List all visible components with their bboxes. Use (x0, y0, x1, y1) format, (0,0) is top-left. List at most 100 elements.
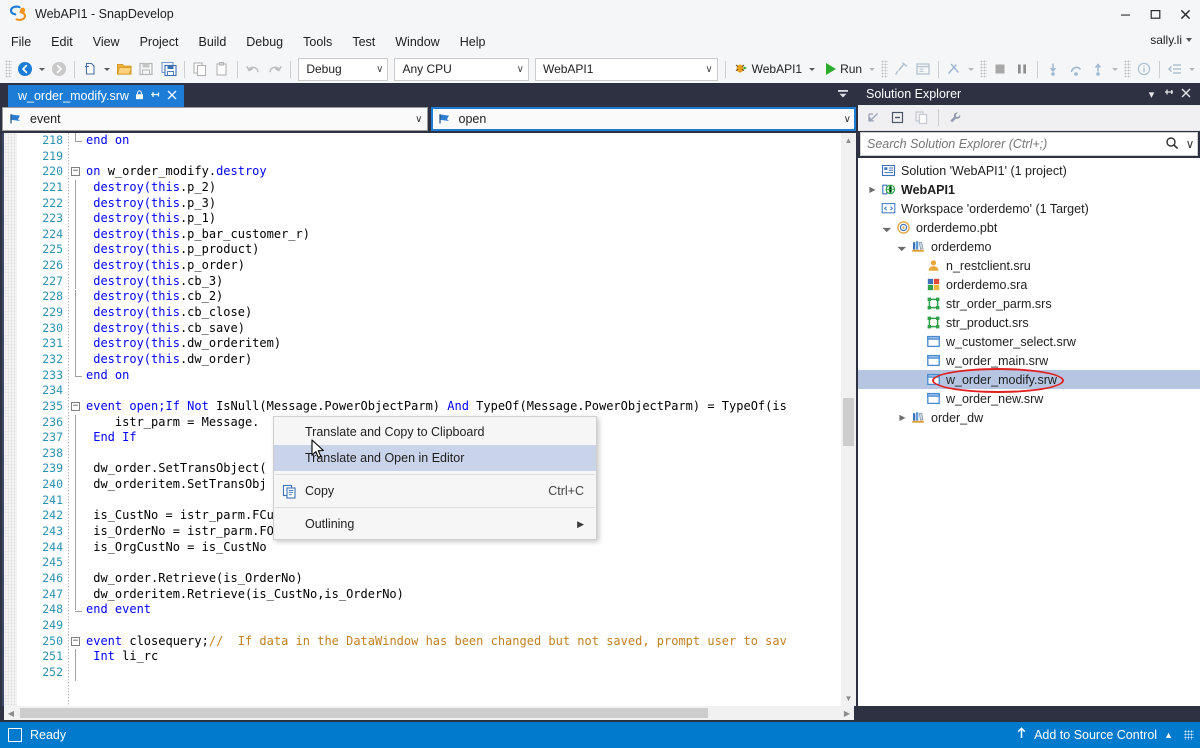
navigate-back-icon[interactable] (14, 58, 36, 81)
toolbar-grip[interactable] (881, 60, 888, 78)
scroll-left-arrow-icon[interactable]: ◀ (4, 709, 18, 718)
step-over-icon[interactable] (1065, 58, 1087, 81)
toolbar-grip[interactable] (5, 60, 12, 78)
properties-wrench-icon[interactable] (944, 107, 967, 128)
info-circle-icon[interactable] (1133, 58, 1155, 81)
platform-dropdown[interactable]: Any CPU ∨ (394, 57, 529, 81)
maximize-button[interactable] (1140, 0, 1170, 28)
back-dropdown-caret-icon[interactable] (38, 67, 45, 71)
pin-icon[interactable] (150, 89, 161, 103)
tree-item-workspace-orderdemo-1-target[interactable]: Workspace 'orderdemo' (1 Target) (858, 199, 1200, 218)
paste-icon[interactable] (211, 58, 233, 81)
run-button[interactable]: Run (822, 58, 866, 80)
code-line[interactable]: dw_orderitem.Retrieve(is_CustNo,is_Order… (84, 587, 841, 603)
horizontal-scroll-thumb[interactable] (20, 708, 708, 718)
code-line[interactable]: destroy(this.dw_orderitem) (84, 336, 841, 352)
context-menu-item[interactable]: Translate and Open in Editor (274, 445, 596, 471)
menu-help[interactable]: Help (451, 32, 495, 52)
tree-item-str-order-parm-srs[interactable]: str_order_parm.srs (858, 294, 1200, 313)
code-line[interactable]: event closequery;// If data in the DataW… (84, 634, 841, 650)
context-menu-item[interactable]: Translate and Copy to Clipboard (274, 419, 596, 445)
tree-item-orderdemo[interactable]: ◢ orderdemo (858, 237, 1200, 256)
vertical-scroll-thumb[interactable] (843, 398, 854, 446)
code-line[interactable]: on w_order_modify.destroy (84, 164, 841, 180)
editor-indicator-margin[interactable] (4, 133, 17, 706)
decrease-indent-icon[interactable] (1164, 58, 1186, 81)
code-line[interactable] (84, 618, 841, 634)
code-line[interactable]: destroy(this.p_1) (84, 211, 841, 227)
member-name-dropdown[interactable]: open ∨ (430, 107, 856, 131)
tree-item-webapi1[interactable]: ▶ WebAPI1 (858, 180, 1200, 199)
tree-item-order-dw[interactable]: ▶ order_dw (858, 408, 1200, 427)
fold-collapse-icon[interactable]: − (71, 636, 80, 646)
project-dropdown[interactable]: WebAPI1 ∨ (534, 57, 718, 81)
code-line[interactable]: end on (84, 133, 841, 149)
document-tab-w-order-modify[interactable]: w_order_modify.srw (8, 85, 184, 107)
menu-build[interactable]: Build (189, 32, 235, 52)
indent-dropdown-caret-icon[interactable] (1188, 67, 1195, 71)
copy-icon[interactable] (189, 58, 211, 81)
fold-collapse-icon[interactable]: − (71, 167, 80, 177)
search-magnifier-icon[interactable] (1161, 136, 1183, 153)
status-right[interactable]: Add to Source Control ▲ (1016, 727, 1200, 743)
pause-icon[interactable] (1011, 58, 1033, 81)
context-menu-item[interactable]: Copy Ctrl+C (274, 478, 596, 504)
new-dropdown-caret-icon[interactable] (104, 67, 111, 71)
tree-item-w-order-main-srw[interactable]: w_order_main.srw (858, 351, 1200, 370)
tree-item-w-customer-select-srw[interactable]: w_customer_select.srw (858, 332, 1200, 351)
tree-item-solution-webapi1-1-project[interactable]: Solution 'WebAPI1' (1 project) (858, 161, 1200, 180)
menu-window[interactable]: Window (386, 32, 448, 52)
step-out-icon[interactable] (1087, 58, 1109, 81)
menu-project[interactable]: Project (131, 32, 188, 52)
step-into-icon[interactable] (1042, 58, 1064, 81)
code-line[interactable]: end on (84, 368, 841, 384)
step-dropdown-caret-icon[interactable] (1111, 67, 1118, 71)
toolbar-grip[interactable] (1123, 60, 1131, 78)
run-overflow-caret-icon[interactable] (869, 67, 876, 71)
scroll-up-arrow-icon[interactable]: ▲ (841, 133, 856, 148)
close-button[interactable] (1170, 0, 1200, 28)
context-menu-item[interactable]: Outlining ▶ (274, 511, 596, 537)
tree-item-orderdemo-sra[interactable]: orderdemo.sra (858, 275, 1200, 294)
member-type-dropdown[interactable]: event ∨ (2, 107, 428, 131)
context-menu[interactable]: Translate and Copy to Clipboard Translate… (273, 416, 597, 540)
build-hammer-icon[interactable] (890, 58, 912, 81)
solution-tree[interactable]: Solution 'WebAPI1' (1 project) ▶ WebAPI1 Wo… (858, 158, 1200, 706)
stop-icon[interactable] (989, 58, 1011, 81)
close-icon[interactable] (167, 90, 177, 103)
menu-edit[interactable]: Edit (42, 32, 82, 52)
configuration-dropdown[interactable]: Debug ∨ (298, 57, 389, 81)
code-line[interactable]: destroy(this.dw_order) (84, 352, 841, 368)
save-icon[interactable] (135, 58, 157, 81)
code-line[interactable]: destroy(this.cb_3) (84, 274, 841, 290)
menu-view[interactable]: View (84, 32, 129, 52)
code-line[interactable]: destroy(this.p_bar_customer_r) (84, 227, 841, 243)
open-folder-icon[interactable] (113, 58, 135, 81)
code-editor[interactable]: 218 219 220 221 222 223 224 225 226 227 228 229 230 2… (2, 133, 856, 706)
resize-grip-icon[interactable] (1184, 730, 1194, 740)
code-line[interactable] (84, 665, 841, 681)
menu-debug[interactable]: Debug (237, 32, 292, 52)
undo-icon[interactable] (242, 58, 264, 81)
tree-item-w-order-new-srw[interactable]: w_order_new.srw (858, 389, 1200, 408)
collapse-all-icon[interactable] (862, 107, 885, 128)
new-item-icon[interactable] (79, 58, 101, 81)
code-line[interactable]: destroy(this.p_product) (84, 242, 841, 258)
code-line[interactable]: destroy(this.cb_close) (84, 305, 841, 321)
search-input[interactable] (861, 136, 1161, 152)
code-line[interactable]: destroy(this.cb_save) (84, 321, 841, 337)
fold-collapse-icon[interactable]: − (71, 402, 80, 412)
code-line[interactable]: end event (84, 602, 841, 618)
code-line[interactable]: destroy(this.cb_2) (84, 289, 841, 305)
navigate-forward-icon[interactable] (48, 58, 70, 81)
code-line[interactable]: destroy(this.p_order) (84, 258, 841, 274)
editor-horizontal-scrollbar[interactable]: ◀ ▶ (4, 706, 854, 720)
code-line[interactable] (84, 383, 841, 399)
solution-explorer-search[interactable]: ∨ (860, 132, 1198, 156)
menu-file[interactable]: File (2, 32, 40, 52)
show-all-files-icon[interactable] (886, 107, 909, 128)
source-control-caret-icon[interactable]: ▲ (1164, 730, 1173, 740)
minimize-button[interactable] (1110, 0, 1140, 28)
tree-item-n-restclient-sru[interactable]: n_restclient.sru (858, 256, 1200, 275)
menu-test[interactable]: Test (343, 32, 384, 52)
